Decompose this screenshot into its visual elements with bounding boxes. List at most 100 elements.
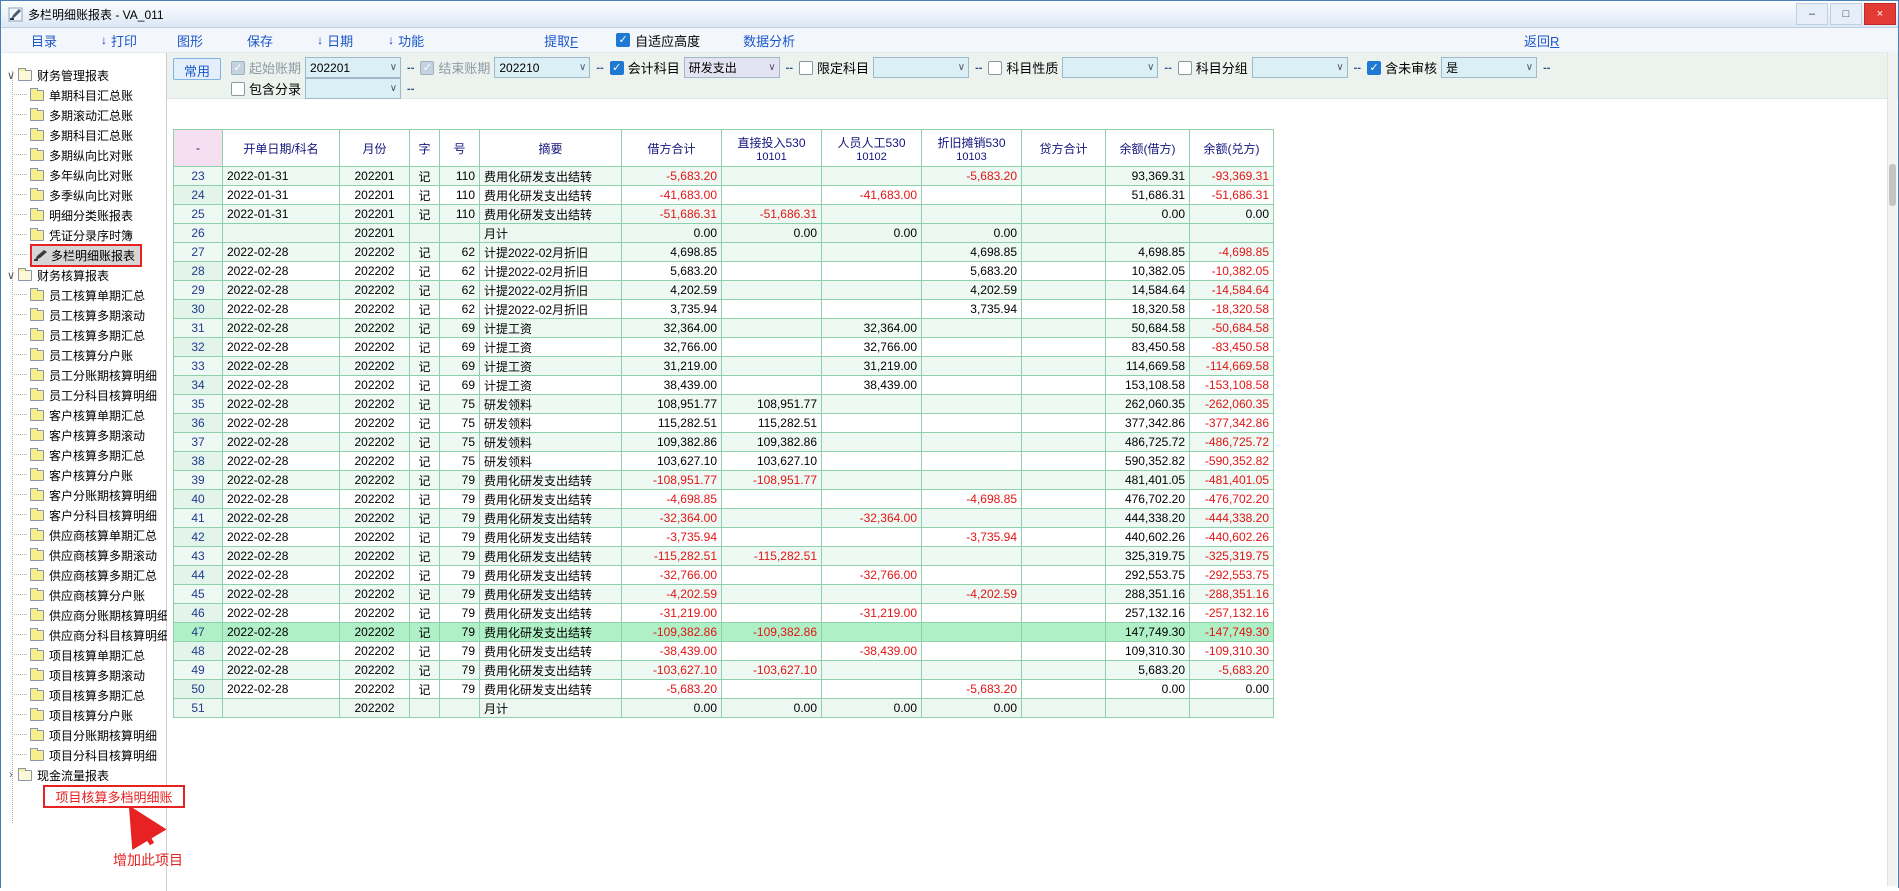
sidebar-item[interactable]: ∨财务核算报表 <box>1 265 166 285</box>
table-row[interactable]: 432022-02-28202202记79费用化研发支出结转-115,282.5… <box>174 547 1274 566</box>
include-entries-checkbox[interactable] <box>231 82 245 96</box>
table-row[interactable]: 252022-01-31202201记110费用化研发支出结转-51,686.3… <box>174 205 1274 224</box>
sidebar-item[interactable]: 多栏明细账报表 <box>1 245 166 265</box>
row-number-cell[interactable]: 37 <box>174 433 223 452</box>
sidebar-item[interactable]: 客户核算多期滚动 <box>1 425 166 445</box>
row-number-cell[interactable]: 39 <box>174 471 223 490</box>
toolbar-catalog-button[interactable]: 目录 <box>31 31 57 50</box>
sidebar-item[interactable]: 员工核算分户账 <box>1 345 166 365</box>
table-row[interactable]: 502022-02-28202202记79费用化研发支出结转-5,683.20-… <box>174 680 1274 699</box>
sidebar-item[interactable]: ∨财务管理报表 <box>1 65 166 85</box>
row-number-cell[interactable]: 50 <box>174 680 223 699</box>
extract-button[interactable]: 提取F <box>544 31 578 50</box>
table-row[interactable]: 392022-02-28202202记79费用化研发支出结转-108,951.7… <box>174 471 1274 490</box>
row-number-cell[interactable]: 49 <box>174 661 223 680</box>
table-row[interactable]: 462022-02-28202202记79费用化研发支出结转-31,219.00… <box>174 604 1274 623</box>
row-number-cell[interactable]: 33 <box>174 357 223 376</box>
sidebar-item[interactable]: 客户核算多期汇总 <box>1 445 166 465</box>
subject-group-checkbox[interactable] <box>1178 61 1192 75</box>
toolbar-function-button[interactable]: ↓功能 <box>388 31 424 50</box>
column-header-debit-total[interactable]: 借方合计 <box>622 130 722 167</box>
include-entries-dropdown[interactable]: ∨ <box>305 78 401 99</box>
start-period-dropdown[interactable]: 202201∨ <box>305 57 401 78</box>
subject-nature-checkbox[interactable] <box>988 61 1002 75</box>
row-number-cell[interactable]: 24 <box>174 186 223 205</box>
table-row[interactable]: 292022-02-28202202记62计提2022-02月折旧4,202.5… <box>174 281 1274 300</box>
row-number-cell[interactable]: 43 <box>174 547 223 566</box>
column-header-balance-debit[interactable]: 余额(借方) <box>1106 130 1190 167</box>
sidebar-item[interactable]: 多期纵向比对账 <box>1 145 166 165</box>
column-header-hao[interactable]: 号 <box>440 130 480 167</box>
close-button[interactable]: × <box>1864 3 1896 25</box>
include-unaudited-checkbox[interactable]: ✓ <box>1367 61 1381 75</box>
account-subject-checkbox[interactable]: ✓ <box>610 61 624 75</box>
sidebar-item[interactable]: 客户分账期核算明细 <box>1 485 166 505</box>
column-header-month[interactable]: 月份 <box>340 130 410 167</box>
chevron-down-icon[interactable]: ∨ <box>4 269 18 282</box>
row-number-cell[interactable]: 38 <box>174 452 223 471</box>
sidebar-item[interactable]: 客户分科目核算明细 <box>1 505 166 525</box>
table-row[interactable]: 422022-02-28202202记79费用化研发支出结转-3,735.94-… <box>174 528 1274 547</box>
sidebar-item[interactable]: 员工核算多期滚动 <box>1 305 166 325</box>
sidebar-item[interactable]: 供应商核算分户账 <box>1 585 166 605</box>
table-row[interactable]: 51202202月计0.000.000.000.00 <box>174 699 1274 718</box>
table-row[interactable]: 232022-01-31202201记110费用化研发支出结转-5,683.20… <box>174 167 1274 186</box>
account-subject-dropdown[interactable]: 研发支出∨ <box>684 57 780 78</box>
sidebar-item[interactable]: 项目核算多期滚动 <box>1 665 166 685</box>
chevron-right-icon[interactable]: › <box>4 769 18 781</box>
sidebar-item[interactable]: 项目核算单期汇总 <box>1 645 166 665</box>
row-number-cell[interactable]: 35 <box>174 395 223 414</box>
row-number-cell[interactable]: 32 <box>174 338 223 357</box>
data-analysis-button[interactable]: 数据分析 <box>743 31 795 50</box>
row-number-cell[interactable]: 23 <box>174 167 223 186</box>
row-number-cell[interactable]: 42 <box>174 528 223 547</box>
sidebar-item[interactable]: 多季纵向比对账 <box>1 185 166 205</box>
sidebar-item[interactable]: 供应商核算多期滚动 <box>1 545 166 565</box>
table-row[interactable]: 332022-02-28202202记69计提工资31,219.0031,219… <box>174 357 1274 376</box>
sidebar-item[interactable]: 供应商核算单期汇总 <box>1 525 166 545</box>
row-number-cell[interactable]: 27 <box>174 243 223 262</box>
adaptive-height-checkbox[interactable]: ✓ <box>616 33 630 47</box>
row-number-cell[interactable]: 44 <box>174 566 223 585</box>
column-header-c10101[interactable]: 直接投入53010101 <box>722 130 822 167</box>
sidebar-item[interactable]: ›现金流量报表 <box>1 765 166 785</box>
chevron-down-icon[interactable]: ∨ <box>4 69 18 82</box>
sidebar-item[interactable]: 供应商核算多期汇总 <box>1 565 166 585</box>
sidebar-item[interactable]: 单期科目汇总账 <box>1 85 166 105</box>
row-number-cell[interactable]: 26 <box>174 224 223 243</box>
table-row[interactable]: 372022-02-28202202记75研发领料109,382.86109,3… <box>174 433 1274 452</box>
vertical-scrollbar[interactable] <box>1887 52 1897 886</box>
row-number-cell[interactable]: 41 <box>174 509 223 528</box>
toolbar-date-button[interactable]: ↓日期 <box>317 31 353 50</box>
sidebar-item[interactable]: 客户核算分户账 <box>1 465 166 485</box>
maximize-button[interactable]: □ <box>1830 3 1862 25</box>
subject-group-dropdown[interactable]: ∨ <box>1252 57 1348 78</box>
sidebar-item[interactable]: 员工核算多期汇总 <box>1 325 166 345</box>
table-row[interactable]: 482022-02-28202202记79费用化研发支出结转-38,439.00… <box>174 642 1274 661</box>
table-row[interactable]: 362022-02-28202202记75研发领料115,282.51115,2… <box>174 414 1274 433</box>
table-row[interactable]: 242022-01-31202201记110费用化研发支出结转-41,683.0… <box>174 186 1274 205</box>
row-number-cell[interactable]: 31 <box>174 319 223 338</box>
table-row[interactable]: 442022-02-28202202记79费用化研发支出结转-32,766.00… <box>174 566 1274 585</box>
table-row[interactable]: 272022-02-28202202记62计提2022-02月折旧4,698.8… <box>174 243 1274 262</box>
table-row[interactable]: 382022-02-28202202记75研发领料103,627.10103,6… <box>174 452 1274 471</box>
sidebar-item[interactable]: 员工分账期核算明细 <box>1 365 166 385</box>
row-number-cell[interactable]: 47 <box>174 623 223 642</box>
table-row[interactable]: 302022-02-28202202记62计提2022-02月折旧3,735.9… <box>174 300 1274 319</box>
toolbar-graph-button[interactable]: 图形 <box>177 31 203 50</box>
sidebar-item[interactable]: 多期科目汇总账 <box>1 125 166 145</box>
sidebar-item[interactable]: 明细分类账报表 <box>1 205 166 225</box>
limited-subject-checkbox[interactable] <box>799 61 813 75</box>
column-header-c10103[interactable]: 折旧摊销53010103 <box>922 130 1022 167</box>
row-number-cell[interactable]: 46 <box>174 604 223 623</box>
table-row[interactable]: 26202201月计0.000.000.000.00 <box>174 224 1274 243</box>
row-number-cell[interactable]: 48 <box>174 642 223 661</box>
column-header-summary[interactable]: 摘要 <box>480 130 622 167</box>
sidebar-item[interactable]: 项目分账期核算明细 <box>1 725 166 745</box>
row-number-cell[interactable]: 36 <box>174 414 223 433</box>
column-header-zi[interactable]: 字 <box>410 130 440 167</box>
column-header-date[interactable]: 开单日期/科名 <box>223 130 340 167</box>
table-row[interactable]: 312022-02-28202202记69计提工资32,364.0032,364… <box>174 319 1274 338</box>
row-number-cell[interactable]: 28 <box>174 262 223 281</box>
sidebar-item[interactable]: 客户核算单期汇总 <box>1 405 166 425</box>
